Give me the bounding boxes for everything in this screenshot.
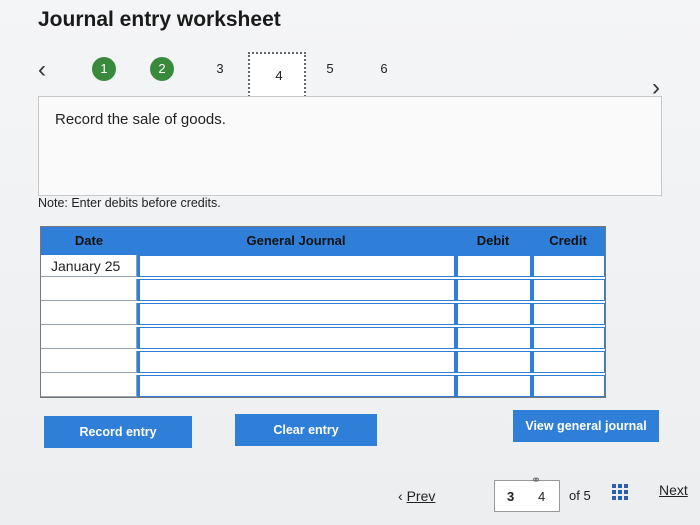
table-row — [41, 327, 605, 351]
debit-input[interactable] — [455, 255, 531, 277]
step-2[interactable]: 2 — [150, 57, 174, 81]
journal-header: Date General Journal Debit Credit — [41, 227, 605, 255]
view-general-journal-button[interactable]: View general journal — [513, 410, 659, 442]
step-5[interactable]: 5 — [318, 57, 342, 81]
next-link[interactable]: Next — [659, 482, 688, 498]
debit-input[interactable] — [455, 351, 531, 373]
credit-input[interactable] — [531, 279, 605, 301]
clear-entry-button[interactable]: Clear entry — [235, 414, 377, 446]
credit-input[interactable] — [531, 303, 605, 325]
step-1[interactable]: 1 — [92, 57, 116, 81]
page-total: of 5 — [569, 488, 591, 503]
date-cell — [41, 279, 137, 301]
page-number-current: 3 — [507, 489, 515, 504]
debit-input[interactable] — [455, 375, 531, 397]
credit-input[interactable] — [531, 327, 605, 349]
link-icon: ⚭ — [531, 473, 542, 487]
header-general-journal: General Journal — [246, 233, 346, 248]
account-select[interactable] — [137, 375, 455, 397]
date-cell: January 25 — [41, 255, 137, 277]
worksheet-page: Journal entry worksheet ‹ 1 2 3 4 5 6 › … — [0, 0, 700, 525]
header-date: Date — [74, 233, 104, 248]
header-debit: Debit — [476, 233, 510, 248]
credit-input[interactable] — [531, 255, 605, 277]
table-row — [41, 303, 605, 327]
account-select[interactable] — [137, 279, 455, 301]
date-cell — [41, 303, 137, 325]
step-navigation: ‹ 1 2 3 4 5 6 › — [0, 52, 700, 102]
debit-input[interactable] — [455, 279, 531, 301]
step-3[interactable]: 3 — [208, 57, 232, 81]
record-entry-button[interactable]: Record entry — [44, 416, 192, 448]
account-select[interactable] — [137, 303, 455, 325]
chevron-left-icon: ‹ — [398, 488, 403, 504]
credit-input[interactable] — [531, 375, 605, 397]
current-step-box[interactable]: 4 — [248, 52, 306, 100]
table-row — [41, 279, 605, 303]
prev-link[interactable]: ‹ Prev — [398, 488, 435, 504]
page-number-next: 4 — [538, 489, 546, 504]
date-cell — [41, 375, 137, 397]
table-row: January 25 — [41, 255, 605, 279]
account-select[interactable] — [137, 255, 455, 277]
debit-input[interactable] — [455, 303, 531, 325]
table-row — [41, 375, 605, 399]
credit-input[interactable] — [531, 351, 605, 373]
page-indicator[interactable]: 3 ⚭ 4 — [494, 473, 560, 512]
instruction-box: Record the sale of goods. — [38, 96, 662, 196]
table-row — [41, 351, 605, 375]
date-cell — [41, 351, 137, 373]
grid-icon[interactable] — [612, 484, 628, 500]
account-select[interactable] — [137, 351, 455, 373]
step-6[interactable]: 6 — [372, 57, 396, 81]
account-select[interactable] — [137, 327, 455, 349]
header-credit: Credit — [549, 233, 587, 248]
note-text: Note: Enter debits before credits. — [38, 196, 221, 210]
prev-label: Prev — [406, 488, 436, 504]
chevron-left-icon[interactable]: ‹ — [38, 56, 46, 84]
debit-input[interactable] — [455, 327, 531, 349]
instruction-text: Record the sale of goods. — [55, 111, 226, 128]
journal-table: Date General Journal Debit Credit Januar… — [40, 226, 606, 398]
page-title: Journal entry worksheet — [38, 8, 281, 31]
date-cell — [41, 327, 137, 349]
step-4[interactable]: 4 — [267, 64, 291, 88]
